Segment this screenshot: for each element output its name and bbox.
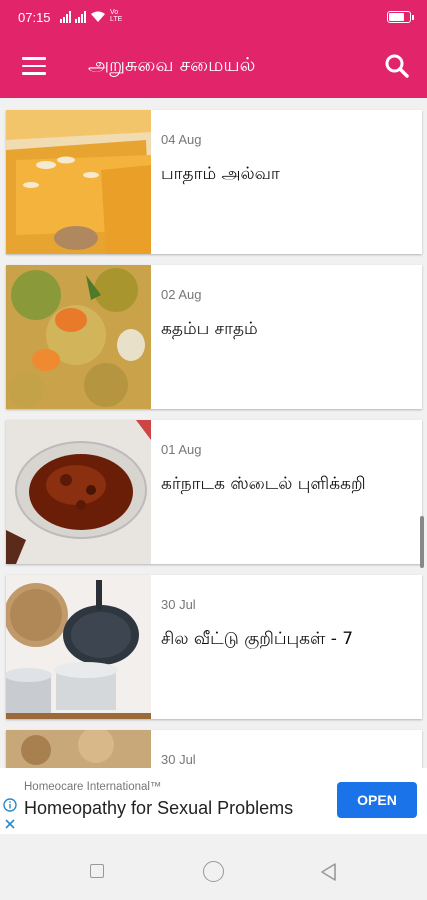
search-icon[interactable] [383, 52, 411, 80]
signal-icon [60, 11, 71, 23]
recents-icon[interactable] [90, 864, 104, 878]
ad-banner[interactable]: Homeocare International™ Homeopathy for … [0, 768, 427, 834]
kitchen-cookware-thumbnail [6, 575, 151, 719]
app-title: அறுசுவை சமையல் [88, 54, 256, 76]
status-time: 07:15 [18, 10, 51, 25]
recipe-date: 02 Aug [161, 287, 202, 302]
system-nav-bar [0, 834, 427, 900]
app-bar: அறுசுவை சமையல் [0, 36, 427, 98]
back-icon[interactable] [318, 861, 340, 883]
recipe-card[interactable]: 30 Jul [6, 730, 422, 768]
recipe-title[interactable]: சில வீட்டு குறிப்புகள் - 7 [161, 627, 416, 651]
ad-headline[interactable]: Homeopathy for Sexual Problems [24, 798, 293, 819]
menu-icon[interactable] [22, 57, 46, 75]
recipe-list[interactable]: 04 Aug பாதாம் அல்வா 02 Aug கதம்ப சாதம் 0… [0, 98, 427, 768]
home-icon[interactable] [203, 861, 224, 882]
status-bar: 07:15 Vo LTE [0, 0, 427, 36]
recipe-date: 04 Aug [161, 132, 202, 147]
recipe-date: 01 Aug [161, 442, 202, 457]
ad-open-button[interactable]: OPEN [337, 782, 417, 818]
recipe-title[interactable]: கதம்ப சாதம் [161, 317, 416, 341]
recipe-date: 30 Jul [161, 752, 196, 767]
recipe-card[interactable]: 04 Aug பாதாம் அல்வா [6, 110, 422, 254]
karnataka-pulikari-thumbnail [6, 420, 151, 564]
wifi-icon [91, 11, 105, 22]
rice-dish-thumbnail [6, 730, 151, 768]
kadamba-sadam-thumbnail [6, 265, 151, 409]
signal-icon-2 [75, 11, 86, 23]
recipe-date: 30 Jul [161, 597, 196, 612]
recipe-title[interactable]: கர்நாடக ஸ்டைல் புளிக்கறி [161, 472, 416, 496]
badam-halwa-thumbnail [6, 110, 151, 254]
recipe-card[interactable]: 01 Aug கர்நாடக ஸ்டைல் புளிக்கறி [6, 420, 422, 564]
ad-close-icon[interactable] [3, 817, 17, 831]
recipe-card[interactable]: 02 Aug கதம்ப சாதம் [6, 265, 422, 409]
volte-label: Vo LTE [110, 9, 123, 23]
recipe-card[interactable]: 30 Jul சில வீட்டு குறிப்புகள் - 7 [6, 575, 422, 719]
scrollbar-thumb[interactable] [420, 516, 424, 568]
ad-advertiser: Homeocare International™ [24, 781, 162, 793]
ad-info-icon[interactable] [3, 798, 17, 812]
battery-icon [387, 11, 414, 23]
recipe-title[interactable]: பாதாம் அல்வா [161, 162, 416, 186]
status-icons: Vo LTE [60, 9, 124, 23]
